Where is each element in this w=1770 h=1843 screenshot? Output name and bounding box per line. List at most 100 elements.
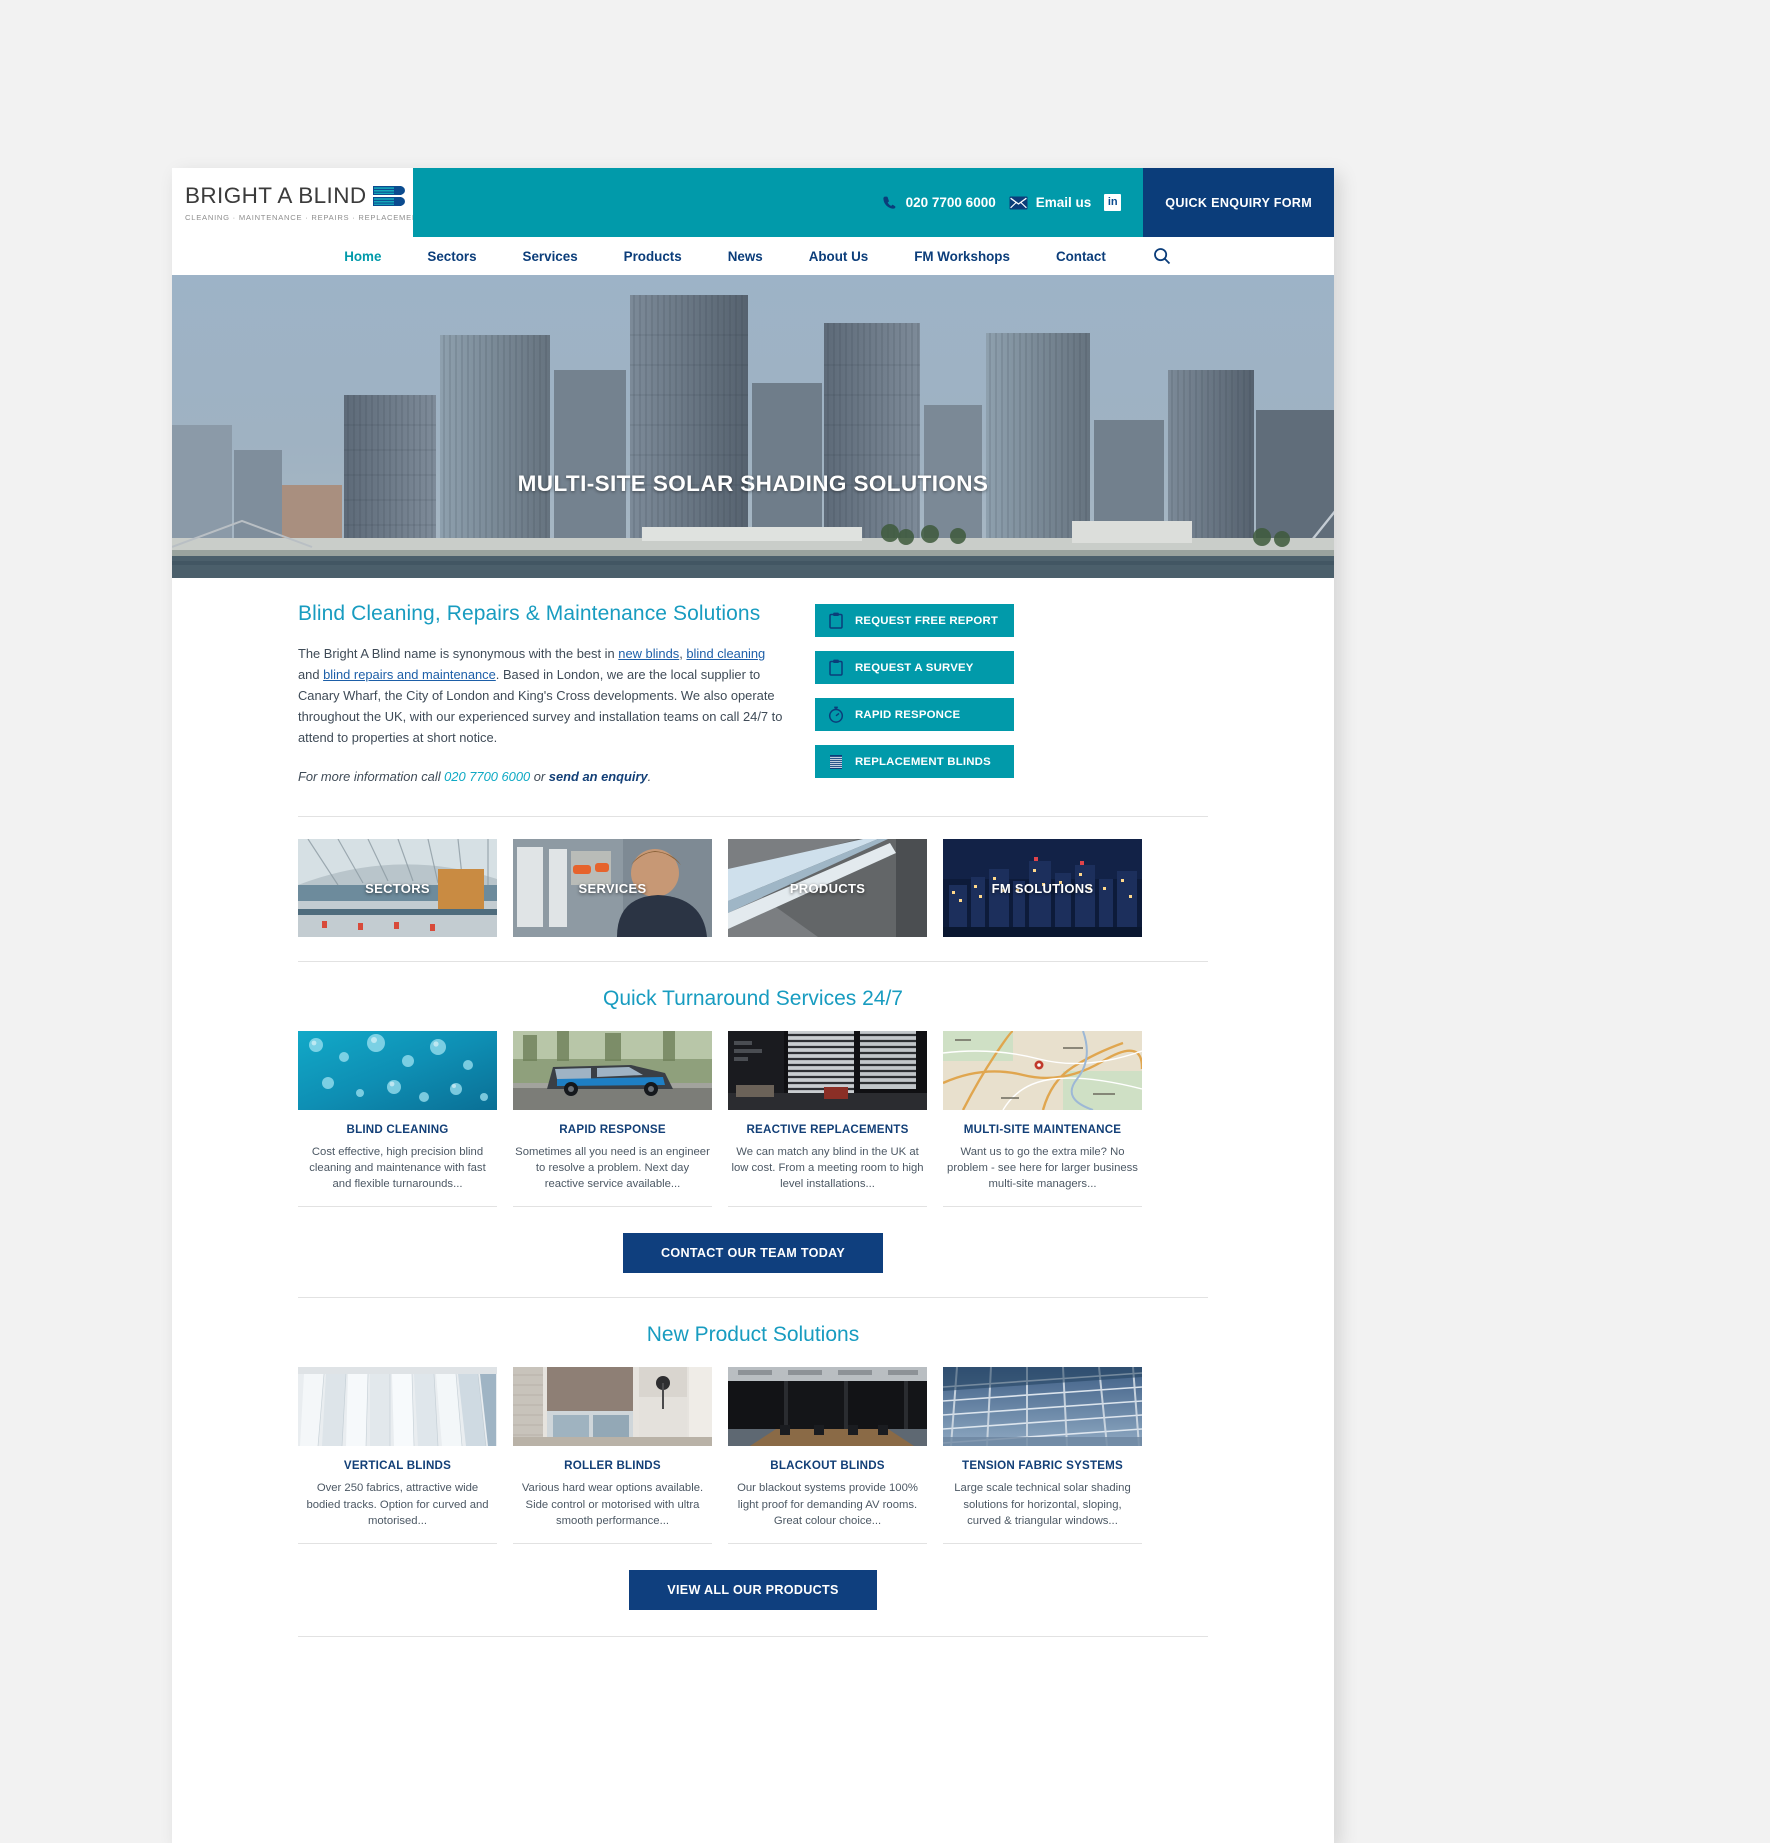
website-page: BRIGHT A BLIND CLEANING · MAINTENANCE · … xyxy=(172,168,1334,1843)
services-card-grid: BLIND CLEANING Cost effective, high prec… xyxy=(298,1031,1208,1208)
linkedin-letters: in xyxy=(1107,196,1118,208)
service-card-image[interactable] xyxy=(513,1031,712,1110)
section-divider xyxy=(298,816,1208,817)
roller-blinds-room-photo xyxy=(513,1367,712,1447)
tile-fm-solutions[interactable]: FM SOLUTIONS xyxy=(943,839,1142,937)
product-card-desc: Our blackout systems provide 100% light … xyxy=(737,1482,918,1527)
phone-icon xyxy=(882,195,898,211)
intro-paragraph: The Bright A Blind name is synonymous wi… xyxy=(298,644,785,749)
header-email-link[interactable]: Email us xyxy=(1009,195,1091,210)
blinds-icon xyxy=(828,754,844,770)
cta-label: REQUEST A SURVEY xyxy=(855,661,974,674)
top-contact-bar: 020 7700 6000 Email us in QUICK ENQUIRY … xyxy=(413,168,1334,237)
tile-label: PRODUCTS xyxy=(789,880,866,896)
service-card-image[interactable] xyxy=(728,1031,927,1110)
product-card-tension-fabric-systems: TENSION FABRIC SYSTEMS Large scale techn… xyxy=(943,1367,1142,1544)
nav-item-products[interactable]: Products xyxy=(601,249,705,264)
tile-sectors[interactable]: SECTORS xyxy=(298,839,497,937)
quick-enquiry-button[interactable]: QUICK ENQUIRY FORM xyxy=(1143,168,1334,237)
header-phone-number: 020 7700 6000 xyxy=(905,195,996,210)
service-card-blind-cleaning: BLIND CLEANING Cost effective, high prec… xyxy=(298,1031,497,1208)
request-a-survey-button[interactable]: REQUEST A SURVEY xyxy=(815,651,1014,684)
service-card-desc: Cost effective, high precision blind cle… xyxy=(309,1146,486,1191)
nav-item-home[interactable]: Home xyxy=(321,249,404,264)
note-enquiry-link[interactable]: send an enquiry xyxy=(549,769,648,784)
logo-mark-icon xyxy=(371,183,407,209)
service-card-rapid-response: RAPID RESPONSE Sometimes all you need is… xyxy=(513,1031,712,1208)
category-tiles: SECTORS SERVICES PRODUCTS FM SOLUTIONS xyxy=(298,839,1208,937)
service-card-title: REACTIVE REPLACEMENTS xyxy=(746,1123,909,1136)
note-prefix: For more information call xyxy=(298,768,445,784)
view-all-products-button[interactable]: VIEW ALL OUR PRODUCTS xyxy=(629,1569,877,1610)
clipboard-icon xyxy=(828,659,844,676)
linkedin-icon[interactable]: in xyxy=(1104,194,1122,211)
intro-text-part1: The Bright A Blind name is synonymous wi… xyxy=(298,646,619,661)
envelope-icon xyxy=(1009,196,1028,210)
services-section-title: Quick Turnaround Services 24/7 xyxy=(603,987,903,1010)
request-free-report-button[interactable]: REQUEST FREE REPORT xyxy=(815,604,1014,637)
tile-label: SERVICES xyxy=(578,880,647,896)
hero-title: MULTI-SITE SOLAR SHADING SOLUTIONS xyxy=(517,471,989,496)
product-card-title: VERTICAL BLINDS xyxy=(343,1459,452,1473)
product-card-image[interactable] xyxy=(943,1367,1142,1447)
service-card-desc: Want us to go the extra mile? No problem… xyxy=(947,1146,1138,1191)
product-card-image[interactable] xyxy=(298,1367,497,1447)
service-card-reactive-replacements: REACTIVE REPLACEMENTS We can match any b… xyxy=(728,1031,927,1208)
hero-skyline-image xyxy=(172,275,1334,578)
search-icon[interactable] xyxy=(1129,247,1185,265)
company-van-photo xyxy=(513,1031,712,1110)
nav-item-contact[interactable]: Contact xyxy=(1033,249,1129,264)
site-header: BRIGHT A BLIND CLEANING · MAINTENANCE · … xyxy=(172,168,1334,237)
product-card-title: TENSION FABRIC SYSTEMS xyxy=(962,1459,1123,1473)
replacement-blinds-button[interactable]: REPLACEMENT BLINDS xyxy=(815,745,1014,778)
tile-products[interactable]: PRODUCTS xyxy=(728,839,927,937)
nav-item-services[interactable]: Services xyxy=(500,249,601,264)
intro-note: For more information call 020 7700 6000 … xyxy=(298,769,785,784)
card-divider xyxy=(943,1206,1142,1208)
product-card-vertical-blinds: VERTICAL BLINDS Over 250 fabrics, attrac… xyxy=(298,1367,497,1544)
section-divider xyxy=(298,1635,1208,1637)
road-map-photo xyxy=(943,1031,1142,1110)
water-droplets-blue-photo xyxy=(298,1031,497,1110)
rapid-response-button[interactable]: RAPID RESPONCE xyxy=(815,698,1014,731)
card-divider xyxy=(728,1206,927,1208)
card-divider xyxy=(943,1542,1142,1544)
product-card-desc: Large scale technical solar shading solu… xyxy=(954,1482,1131,1527)
section-divider xyxy=(298,1297,1208,1299)
office-venetian-blinds-photo xyxy=(728,1031,927,1110)
card-divider xyxy=(728,1542,927,1544)
product-card-image[interactable] xyxy=(728,1367,927,1447)
site-logo[interactable]: BRIGHT A BLIND CLEANING · MAINTENANCE · … xyxy=(172,168,430,237)
nav-item-news[interactable]: News xyxy=(705,249,786,264)
tile-label: SECTORS xyxy=(365,880,430,896)
service-card-title: MULTI-SITE MAINTENANCE xyxy=(963,1123,1122,1136)
service-card-image[interactable] xyxy=(943,1031,1142,1110)
nav-item-fm-workshops[interactable]: FM Workshops xyxy=(891,249,1033,264)
contact-our-team-button[interactable]: CONTACT OUR TEAM TODAY xyxy=(622,1233,884,1274)
section-divider xyxy=(298,961,1208,962)
note-suffix: . xyxy=(647,768,652,784)
note-mid: or xyxy=(530,768,549,784)
clipboard-icon xyxy=(828,612,844,629)
logo-tagline: CLEANING · MAINTENANCE · REPAIRS · REPLA… xyxy=(185,213,430,222)
link-blind-cleaning[interactable]: blind cleaning xyxy=(686,646,765,661)
product-card-desc: Over 250 fabrics, attractive wide bodied… xyxy=(306,1482,489,1527)
stopwatch-icon xyxy=(828,706,844,723)
main-navigation: Home Sectors Services Products News Abou… xyxy=(172,237,1334,275)
product-card-title: ROLLER BLINDS xyxy=(564,1459,661,1473)
link-new-blinds[interactable]: new blinds xyxy=(618,646,679,661)
intro-column: Blind Cleaning, Repairs & Maintenance So… xyxy=(298,602,785,792)
product-card-image[interactable] xyxy=(513,1367,712,1447)
products-card-grid: VERTICAL BLINDS Over 250 fabrics, attrac… xyxy=(298,1367,1208,1544)
nav-item-sectors[interactable]: Sectors xyxy=(404,249,499,264)
tile-services[interactable]: SERVICES xyxy=(513,839,712,937)
link-blind-repairs-maintenance[interactable]: blind repairs and maintenance xyxy=(323,667,496,682)
nav-item-about-us[interactable]: About Us xyxy=(786,249,892,264)
service-card-image[interactable] xyxy=(298,1031,497,1110)
card-divider xyxy=(298,1542,497,1544)
products-section-title: New Product Solutions xyxy=(646,1323,860,1347)
header-phone-link[interactable]: 020 7700 6000 xyxy=(882,195,996,211)
service-card-desc: We can match any blind in the UK at low … xyxy=(731,1146,924,1191)
card-divider xyxy=(513,1542,712,1544)
note-phone-link[interactable]: 020 7700 6000 xyxy=(444,769,530,784)
